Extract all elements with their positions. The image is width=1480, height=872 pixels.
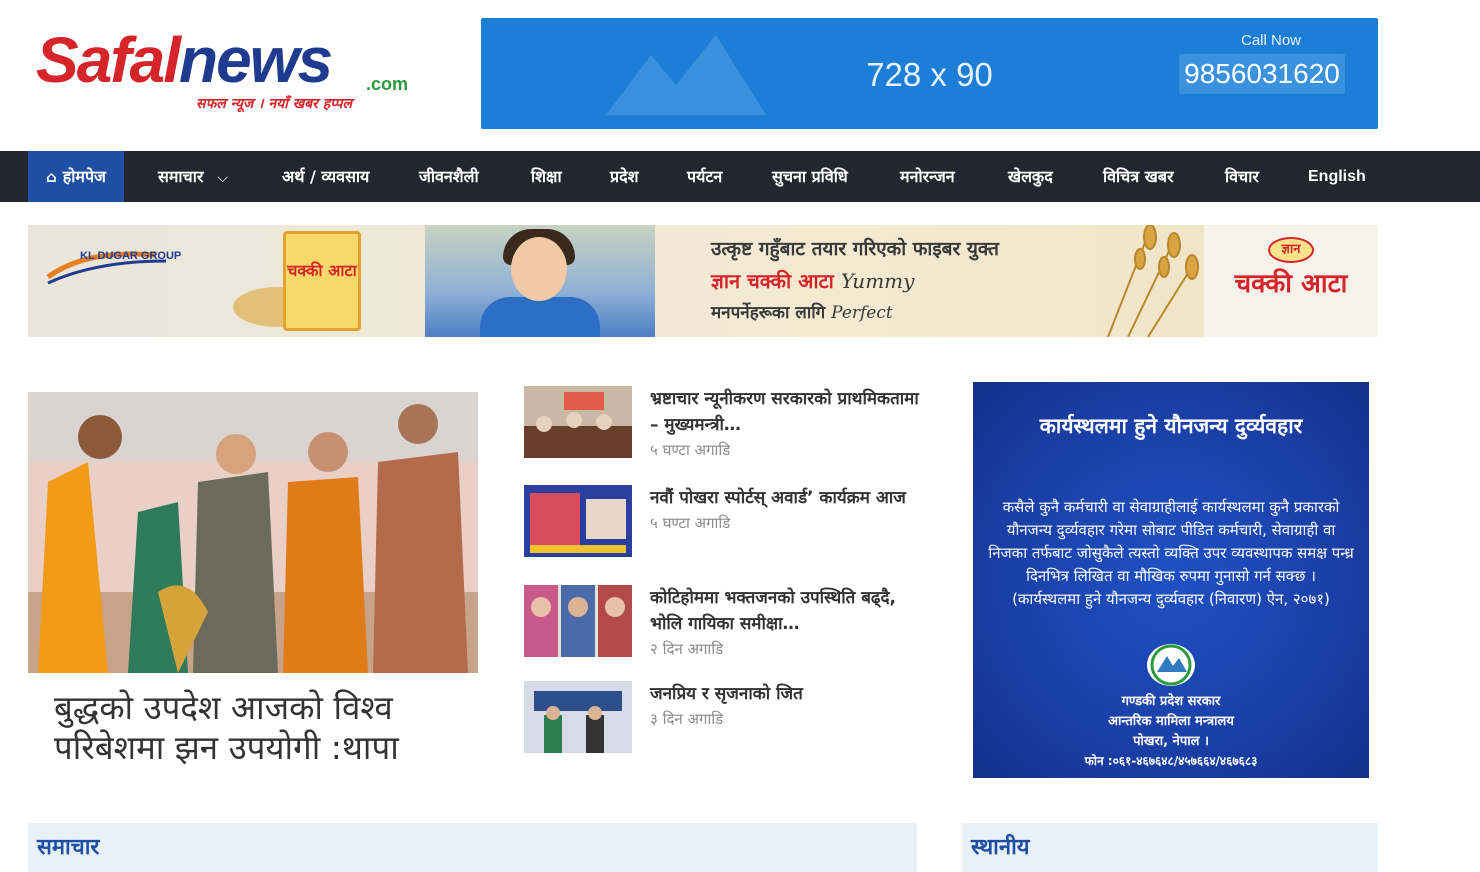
news-thumbnail	[524, 585, 632, 657]
notice-body-text: कसैले कुनै कर्मचारी वा सेवाग्राहीलाई कार…	[988, 498, 1354, 585]
nav-item-technology[interactable]: सुचना प्रविधि	[772, 151, 848, 202]
nav-item-news[interactable]: समाचार ⌵	[158, 151, 228, 202]
section-title[interactable]: समाचार	[37, 831, 99, 861]
notice-gov-line-2: आन्तरिक मामिला मन्त्रालय	[1108, 714, 1234, 729]
banner-line-2-main: ज्ञान चक्की आटा	[711, 269, 834, 293]
logo-safal-text: Safal	[36, 24, 181, 96]
flour-pack-image: चक्की आटा	[283, 231, 361, 331]
notice-title: कार्यस्थलमा हुने यौनजन्य दुर्व्यवहार	[1039, 414, 1303, 438]
site-logo[interactable]: Safalnews .com सफल न्यूज । नयाँ खबर हप्प…	[36, 28, 416, 120]
nav-item-label: समाचार	[158, 167, 204, 186]
award-photo-icon	[524, 681, 632, 753]
news-time: ५ घण्टा अगाडि	[650, 441, 731, 459]
news-title[interactable]: नवौं पोखरा स्पोर्टस् अवार्ड’ कार्यक्रम आ…	[650, 485, 930, 511]
news-title[interactable]: कोटिहोममा भक्तजनको उपस्थिति बढ्दै, भोलि …	[650, 585, 930, 637]
child-shirt-shape	[480, 297, 600, 337]
nav-item-sports[interactable]: खेलकुद	[1008, 151, 1053, 202]
news-time: ५ घण्टा अगाडि	[650, 514, 731, 532]
nav-item-label: विचित्र खबर	[1103, 167, 1174, 186]
logo-news-text: news	[178, 24, 333, 96]
portraits-photo-icon	[524, 585, 632, 657]
news-thumbnail	[524, 681, 632, 753]
nav-item-label: English	[1308, 168, 1366, 185]
nav-item-opinion[interactable]: विचार	[1225, 151, 1259, 202]
ad-phone-number[interactable]: 9856031620	[1179, 54, 1345, 94]
emblem-icon	[1147, 644, 1195, 686]
top-ad-banner[interactable]: 728 x 90 Call Now 9856031620	[481, 18, 1378, 129]
child-face-shape	[511, 237, 567, 301]
nav-item-label: जीवनशैली	[419, 167, 479, 186]
child-eating-image	[425, 225, 655, 337]
wheat-icon	[1107, 225, 1199, 337]
logo-tagline: सफल न्यूज । नयाँ खबर हप्पल	[196, 96, 352, 112]
banner-line-2-extra: Yummy	[840, 269, 915, 293]
banner-line-3-extra: Perfect	[831, 303, 893, 323]
notice-gov-line-1: गण्डकी प्रदेश सरकार	[1121, 694, 1221, 709]
notice-body: कसैले कुनै कर्मचारी वा सेवाग्राहीलाई कार…	[987, 496, 1355, 611]
logo-wordmark: Safalnews	[36, 28, 416, 92]
harassment-notice-ad[interactable]: कार्यस्थलमा हुने यौनजन्य दुर्व्यवहार कसै…	[973, 382, 1369, 778]
nav-item-label: मनोरन्जन	[900, 167, 955, 186]
nav-item-home[interactable]: ⌂ होमपेज	[28, 151, 124, 202]
nav-item-province[interactable]: प्रदेश	[610, 151, 638, 202]
notice-gov-line-3: पोखरा, नेपाल ।	[1133, 734, 1209, 749]
section-header-local: स्थानीय	[962, 823, 1378, 872]
news-text: कोटिहोममा भक्तजनको उपस्थिति बढ्दै, भोलि …	[650, 585, 930, 660]
ceremony-photo-icon	[28, 392, 478, 673]
chevron-down-icon: ⌵	[217, 170, 229, 186]
brand-big-label: चक्की आटा	[1234, 269, 1348, 299]
nav-item-lifestyle[interactable]: जीवनशैली	[419, 151, 479, 202]
news-text: जनप्रिय र सृजनाको जित ३ दिन अगाडि	[650, 681, 930, 730]
poster-photo-icon	[524, 485, 632, 557]
nav-item-label: प्रदेश	[610, 167, 639, 186]
notice-phone: फोन :०६१-४६७६४८/४५७६६४/४६७६८३	[1084, 754, 1258, 768]
news-text: भ्रष्टाचार न्यूनीकरण सरकारको प्राथमिकताम…	[650, 386, 930, 461]
news-time: ३ दिन अगाडि	[650, 710, 724, 728]
news-title[interactable]: जनप्रिय र सृजनाको जित	[650, 681, 930, 707]
nav-item-economy[interactable]: अर्थ / व्यवसाय	[282, 151, 369, 202]
home-icon: ⌂	[46, 168, 57, 186]
flour-ad-banner[interactable]: KL DUGAR GROUP चक्की आटा उत्कृष्ट गहुँबा…	[28, 225, 1378, 337]
news-title[interactable]: भ्रष्टाचार न्यूनीकरण सरकारको प्राथमिकताम…	[650, 386, 930, 438]
nav-item-label: होमपेज	[62, 167, 106, 186]
nav-item-label: सुचना प्रविधि	[772, 167, 848, 186]
nav-item-education[interactable]: शिक्षा	[531, 151, 562, 202]
notice-government: गण्डकी प्रदेश सरकार आन्तरिक मामिला मन्त्…	[973, 692, 1369, 752]
logo-domain: .com	[366, 74, 409, 94]
news-time: २ दिन अगाडि	[650, 640, 724, 658]
nav-item-tourism[interactable]: पर्यटन	[687, 151, 722, 202]
nav-item-label: पर्यटन	[687, 167, 723, 186]
nav-item-label: विचार	[1225, 167, 1259, 186]
pack-label: चक्की आटा	[287, 261, 357, 280]
nav-item-label: शिक्षा	[531, 167, 562, 186]
nav-item-label: खेलकुद	[1008, 167, 1053, 186]
news-text: नवौं पोखरा स्पोर्टस् अवार्ड’ कार्यक्रम आ…	[650, 485, 930, 534]
section-header-news: समाचार	[28, 823, 917, 872]
news-thumbnail	[524, 386, 632, 458]
nav-item-entertainment[interactable]: मनोरन्जन	[900, 151, 955, 202]
ad-call-label: Call Now	[1241, 32, 1302, 49]
main-nav: ⌂ होमपेज समाचार ⌵ अर्थ / व्यवसाय जीवनशैली …	[0, 151, 1480, 202]
nav-item-label: अर्थ / व्यवसाय	[282, 167, 370, 186]
nav-item-english[interactable]: English	[1308, 151, 1366, 202]
news-thumbnail	[524, 485, 632, 557]
lead-story-image[interactable]	[28, 392, 478, 673]
site-header: Safalnews .com सफल न्यूज । नयाँ खबर हप्प…	[0, 0, 1480, 151]
brand-small-label: ज्ञान	[1268, 237, 1314, 263]
meeting-photo-icon	[524, 386, 632, 458]
nav-item-weird-news[interactable]: विचित्र खबर	[1103, 151, 1174, 202]
banner-line-3-main: मनपर्नेहरूका लागि	[711, 303, 826, 323]
notice-act-text: (कार्यस्थलमा हुने यौनजन्य दुर्व्यवहार (न…	[1012, 590, 1330, 608]
lead-story-title[interactable]: बुद्धको उपदेश आजको विश्व परिबेशमा झन उपय…	[54, 688, 474, 768]
brand-logo: ज्ञान चक्की आटा	[1204, 225, 1378, 337]
banner-company-name: KL DUGAR GROUP	[80, 250, 182, 262]
section-title[interactable]: स्थानीय	[971, 831, 1030, 861]
